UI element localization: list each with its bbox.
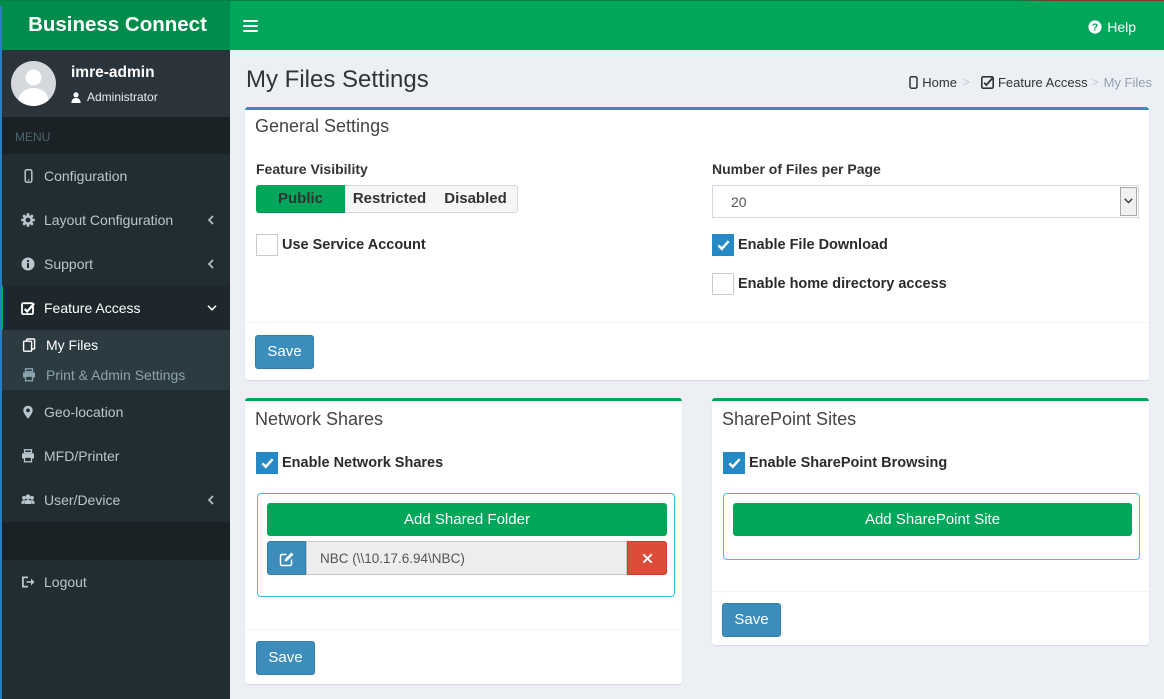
svg-text:?: ? xyxy=(1092,21,1098,33)
